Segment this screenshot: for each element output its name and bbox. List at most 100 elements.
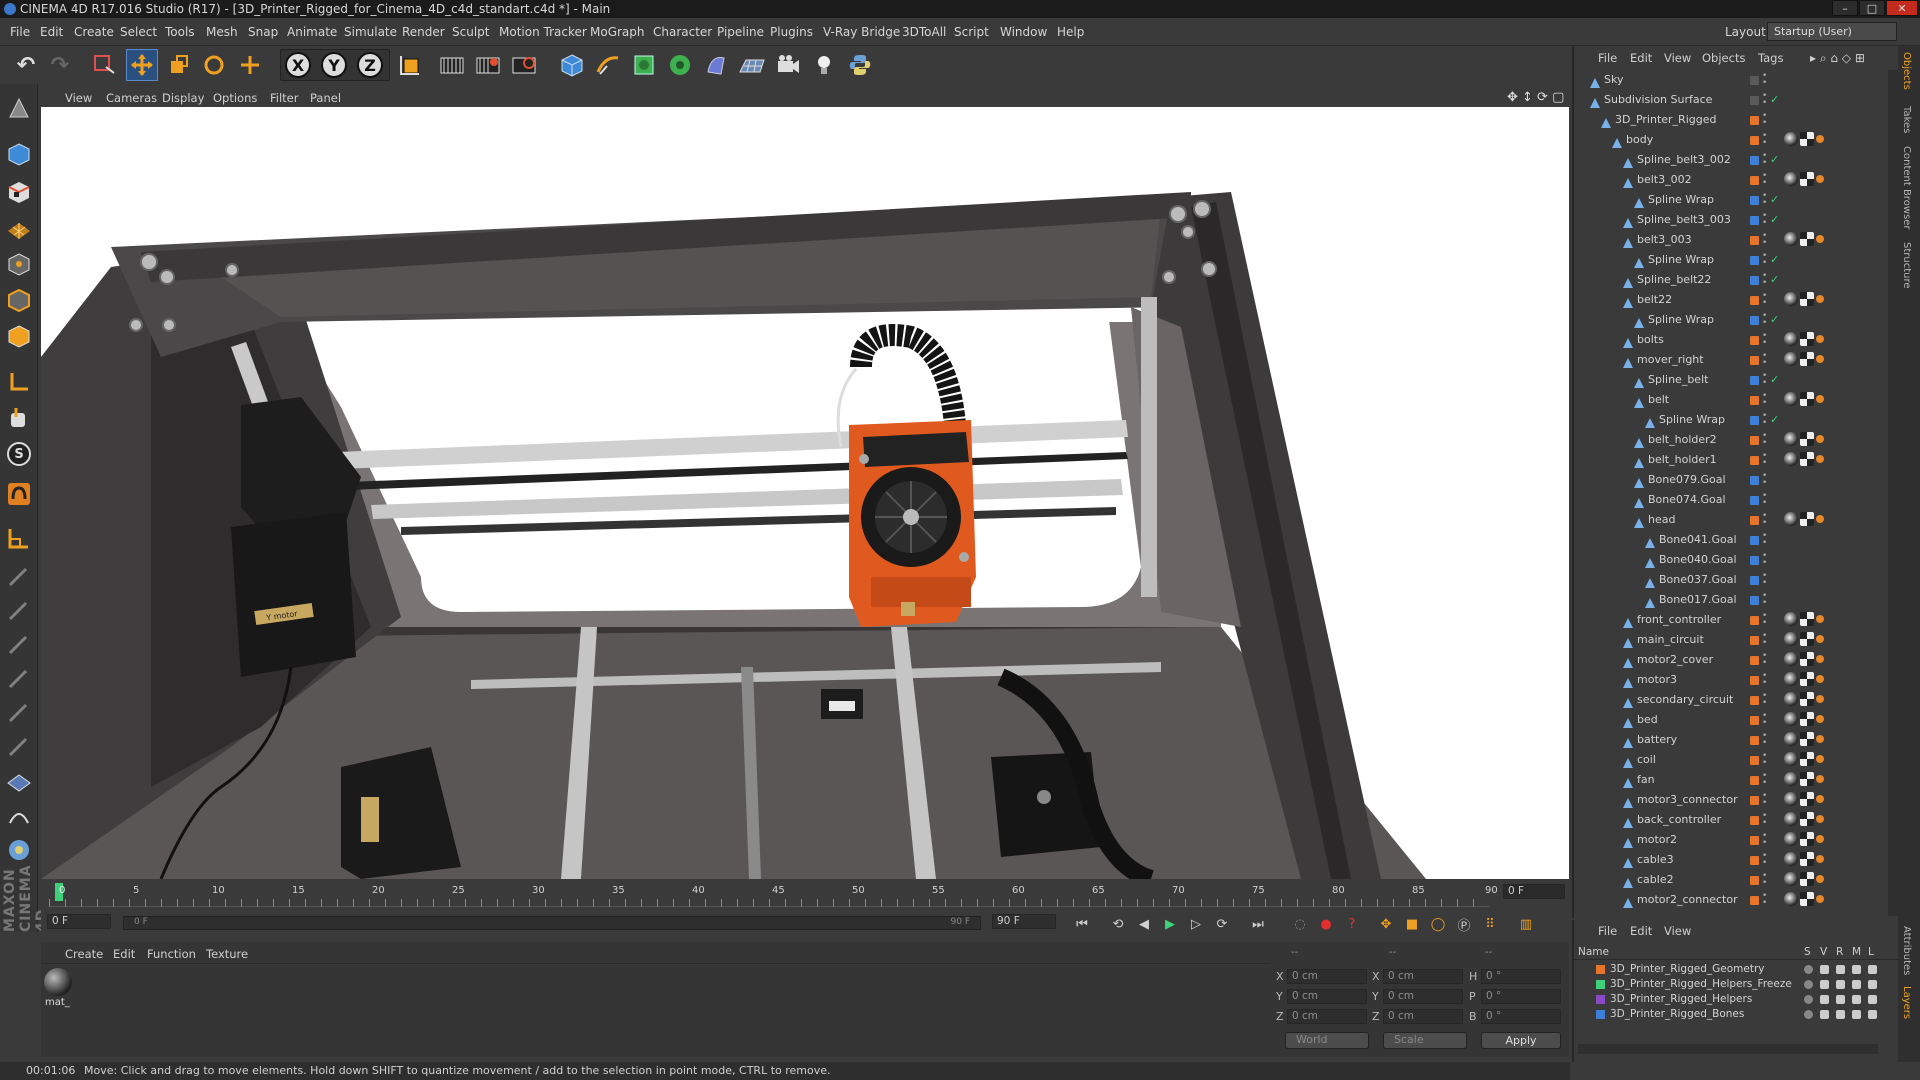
selection-tag-icon[interactable] [1816, 875, 1824, 883]
make-editable-icon[interactable] [3, 92, 35, 124]
object-row[interactable]: Spline Wrap • • ✓ [1574, 190, 1886, 210]
menu-sculpt[interactable]: Sculpt [452, 25, 489, 39]
play-icon[interactable]: ▶ [1159, 913, 1181, 935]
object-row[interactable]: main_circuit • • [1574, 630, 1886, 650]
layer-color-swatch[interactable] [1750, 76, 1759, 85]
material-menu-function[interactable]: Function [147, 947, 196, 961]
move-tool-icon[interactable] [126, 49, 158, 81]
layer-color-swatch[interactable] [1750, 476, 1759, 485]
viewport-menu-cameras[interactable]: Cameras [106, 91, 157, 105]
current-frame-field[interactable]: 0 F [1503, 884, 1565, 899]
object-row[interactable]: Subdivision Surface • • ✓ [1574, 90, 1886, 110]
cloner-icon[interactable] [664, 49, 696, 81]
selection-tag-icon[interactable] [1816, 515, 1824, 523]
material-menu-edit[interactable]: Edit [113, 947, 135, 961]
object-row[interactable]: Spline Wrap • • ✓ [1574, 410, 1886, 430]
view-icon[interactable] [1820, 965, 1829, 974]
layer-color-swatch[interactable] [1750, 176, 1759, 185]
object-row[interactable]: Bone041.Goal • • [1574, 530, 1886, 550]
timeline-window-icon[interactable]: ▥ [1515, 913, 1537, 935]
layer-color-swatch[interactable] [1750, 336, 1759, 345]
visibility-dots[interactable]: • • [1762, 432, 1767, 448]
render-icon[interactable] [1836, 995, 1845, 1004]
visibility-dots[interactable]: • • [1762, 292, 1767, 308]
layer-row[interactable]: 3D_Printer_Rigged_Geometry [1574, 962, 1886, 977]
visibility-dots[interactable]: • • [1762, 112, 1767, 128]
render-view-icon[interactable] [436, 49, 468, 81]
menu-file[interactable]: File [10, 25, 30, 39]
tweak-mode-icon[interactable] [3, 402, 35, 434]
subdivision-surface-icon[interactable] [628, 49, 660, 81]
material-tag-icon[interactable] [1800, 812, 1814, 826]
layer-color-swatch[interactable] [1750, 136, 1759, 145]
tab-content-browser[interactable]: Content Browser [1901, 146, 1912, 229]
point-mode-icon[interactable] [3, 248, 35, 280]
object-row[interactable]: bed • • [1574, 710, 1886, 730]
layer-color-swatch[interactable] [1750, 536, 1759, 545]
material-tag-icon[interactable] [1800, 832, 1814, 846]
keyframe-selection-icon[interactable]: ? [1341, 913, 1363, 935]
grid-tool-icon[interactable] [3, 766, 35, 798]
manager-icon[interactable] [1852, 1010, 1861, 1019]
enabled-check-icon[interactable]: ✓ [1770, 310, 1779, 330]
layer-color-swatch[interactable] [1750, 496, 1759, 505]
coordinate-space-select[interactable]: World [1285, 1032, 1369, 1049]
menu-pipeline[interactable]: Pipeline [717, 25, 764, 39]
selection-tag-icon[interactable] [1816, 695, 1824, 703]
enabled-check-icon[interactable]: ✓ [1770, 210, 1779, 230]
menu-mograph[interactable]: MoGraph [590, 25, 645, 39]
sculpt-brush-icon-4[interactable] [3, 662, 35, 694]
objects-menu-view[interactable]: View [1664, 51, 1691, 65]
workplane-icon[interactable] [3, 522, 35, 554]
material-tag-icon[interactable] [1800, 672, 1814, 686]
minimize-button[interactable]: – [1832, 0, 1858, 16]
solo-icon[interactable] [1804, 980, 1813, 989]
menu-render[interactable]: Render [402, 25, 445, 39]
layer-color-swatch[interactable] [1750, 236, 1759, 245]
viewport-menu-display[interactable]: Display [162, 91, 204, 105]
menu-window[interactable]: Window [1000, 25, 1047, 39]
sculpt-brush-icon-2[interactable] [3, 594, 35, 626]
visibility-dots[interactable]: • • [1762, 732, 1767, 748]
menu-3dtoall[interactable]: 3DToAll [902, 25, 946, 39]
visibility-dots[interactable]: • • [1762, 532, 1767, 548]
object-row[interactable]: secondary_circuit • • [1574, 690, 1886, 710]
object-row[interactable]: belt3_002 • • [1574, 170, 1886, 190]
floor-icon[interactable] [736, 49, 768, 81]
layer-color-swatch[interactable] [1750, 376, 1759, 385]
object-row[interactable]: bolts • • [1574, 330, 1886, 350]
layer-color-swatch[interactable] [1750, 676, 1759, 685]
layer-color-swatch[interactable] [1750, 876, 1759, 885]
scale-tool-icon[interactable] [163, 49, 195, 81]
object-row[interactable]: motor2_connector • • [1574, 890, 1886, 910]
object-row[interactable]: Spline_belt3_003 • • ✓ [1574, 210, 1886, 230]
layer-color-swatch[interactable] [1750, 656, 1759, 665]
visibility-dots[interactable]: • • [1762, 152, 1767, 168]
layers-menu-file[interactable]: File [1598, 924, 1617, 938]
object-row[interactable]: Spline_belt22 • • ✓ [1574, 270, 1886, 290]
visibility-dots[interactable]: • • [1762, 272, 1767, 288]
material-swatch[interactable]: mat_ [43, 966, 73, 1012]
material-tag-icon[interactable] [1800, 772, 1814, 786]
menu-animate[interactable]: Animate [287, 25, 337, 39]
visibility-dots[interactable]: • • [1762, 232, 1767, 248]
selection-tag-icon[interactable] [1816, 235, 1824, 243]
object-row[interactable]: Bone079.Goal • • [1574, 470, 1886, 490]
rotation-p-field[interactable]: 0 ° [1481, 989, 1561, 1004]
view-icon[interactable] [1820, 980, 1829, 989]
sculpt-brush-icon-3[interactable] [3, 628, 35, 660]
visibility-dots[interactable]: • • [1762, 892, 1767, 908]
render-icon[interactable] [1836, 965, 1845, 974]
layer-color-swatch[interactable] [1750, 256, 1759, 265]
size-x-field[interactable]: 0 cm [1383, 969, 1463, 984]
light-icon[interactable] [808, 49, 840, 81]
material-tag-icon[interactable] [1800, 852, 1814, 866]
visibility-dots[interactable]: • • [1762, 92, 1767, 108]
polygon-mode-icon[interactable] [3, 320, 35, 352]
selection-tag-icon[interactable] [1816, 335, 1824, 343]
visibility-dots[interactable]: • • [1762, 252, 1767, 268]
selection-tag-icon[interactable] [1816, 735, 1824, 743]
visibility-dots[interactable]: • • [1762, 692, 1767, 708]
visibility-dots[interactable]: • • [1762, 192, 1767, 208]
phong-tag-icon[interactable] [1784, 172, 1798, 186]
